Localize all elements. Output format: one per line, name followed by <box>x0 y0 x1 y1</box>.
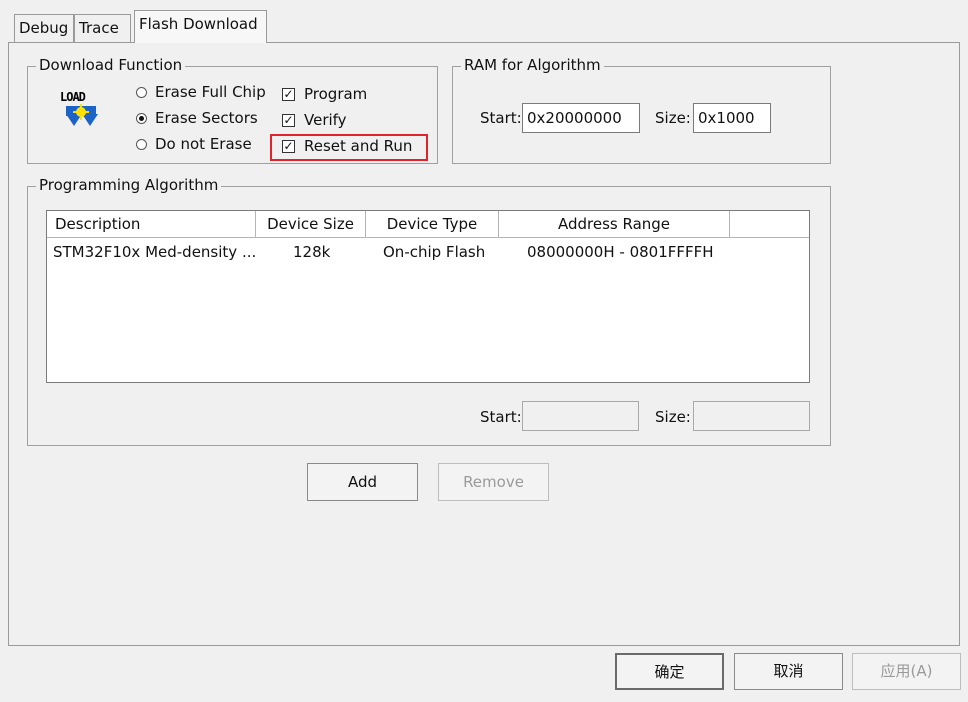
program-checkbox[interactable]: ✓ <box>282 88 295 101</box>
row-device-size: 128k <box>293 243 331 261</box>
tab-flash-download[interactable]: Flash Download <box>134 10 267 43</box>
ok-button[interactable]: 确定 <box>615 653 724 690</box>
download-function-title: Download Function <box>36 56 186 74</box>
algorithm-list[interactable]: Description Device Size Device Type Addr… <box>46 210 810 383</box>
ram-start-label: Start: <box>480 109 522 127</box>
do-not-erase-label[interactable]: Do not Erase <box>155 135 252 153</box>
algorithm-start-input <box>522 401 639 431</box>
column-header-device-size[interactable]: Device Size <box>256 211 366 237</box>
algorithm-size-label: Size: <box>655 408 691 426</box>
algorithm-list-header: Description Device Size Device Type Addr… <box>47 211 809 238</box>
column-header-address-range[interactable]: Address Range <box>499 211 730 237</box>
remove-button[interactable]: Remove <box>438 463 549 501</box>
column-header-description[interactable]: Description <box>47 211 256 237</box>
row-description: STM32F10x Med-density ... <box>53 243 257 261</box>
ram-for-algorithm-title: RAM for Algorithm <box>461 56 604 74</box>
ram-size-label: Size: <box>655 109 691 127</box>
algorithm-start-label: Start: <box>480 408 522 426</box>
column-header-empty <box>730 211 809 237</box>
row-device-type: On-chip Flash <box>383 243 486 261</box>
erase-sectors-radio[interactable] <box>136 113 147 124</box>
reset-and-run-label[interactable]: Reset and Run <box>304 137 412 155</box>
verify-checkbox[interactable]: ✓ <box>282 114 295 127</box>
row-address-range: 08000000H - 0801FFFFH <box>527 243 714 261</box>
ram-start-input[interactable]: 0x20000000 <box>522 103 640 133</box>
ram-size-input[interactable]: 0x1000 <box>693 103 771 133</box>
load-icon: LOAD <box>60 90 104 130</box>
reset-and-run-checkbox[interactable]: ✓ <box>282 140 295 153</box>
algorithm-size-input <box>693 401 810 431</box>
tab-debug[interactable]: Debug <box>14 14 74 42</box>
programming-algorithm-title: Programming Algorithm <box>36 176 222 194</box>
tab-trace[interactable]: Trace <box>74 14 131 42</box>
load-icon-text: LOAD <box>60 90 86 104</box>
add-button[interactable]: Add <box>307 463 418 501</box>
erase-full-chip-radio[interactable] <box>136 87 147 98</box>
do-not-erase-radio[interactable] <box>136 139 147 150</box>
erase-sectors-label[interactable]: Erase Sectors <box>155 109 258 127</box>
column-header-device-type[interactable]: Device Type <box>366 211 499 237</box>
apply-button[interactable]: 应用(A) <box>852 653 961 690</box>
erase-full-chip-label[interactable]: Erase Full Chip <box>155 83 266 101</box>
table-row[interactable]: STM32F10x Med-density ... 128k On-chip F… <box>47 239 809 265</box>
program-label[interactable]: Program <box>304 85 367 103</box>
verify-label[interactable]: Verify <box>304 111 347 129</box>
cancel-button[interactable]: 取消 <box>734 653 843 690</box>
